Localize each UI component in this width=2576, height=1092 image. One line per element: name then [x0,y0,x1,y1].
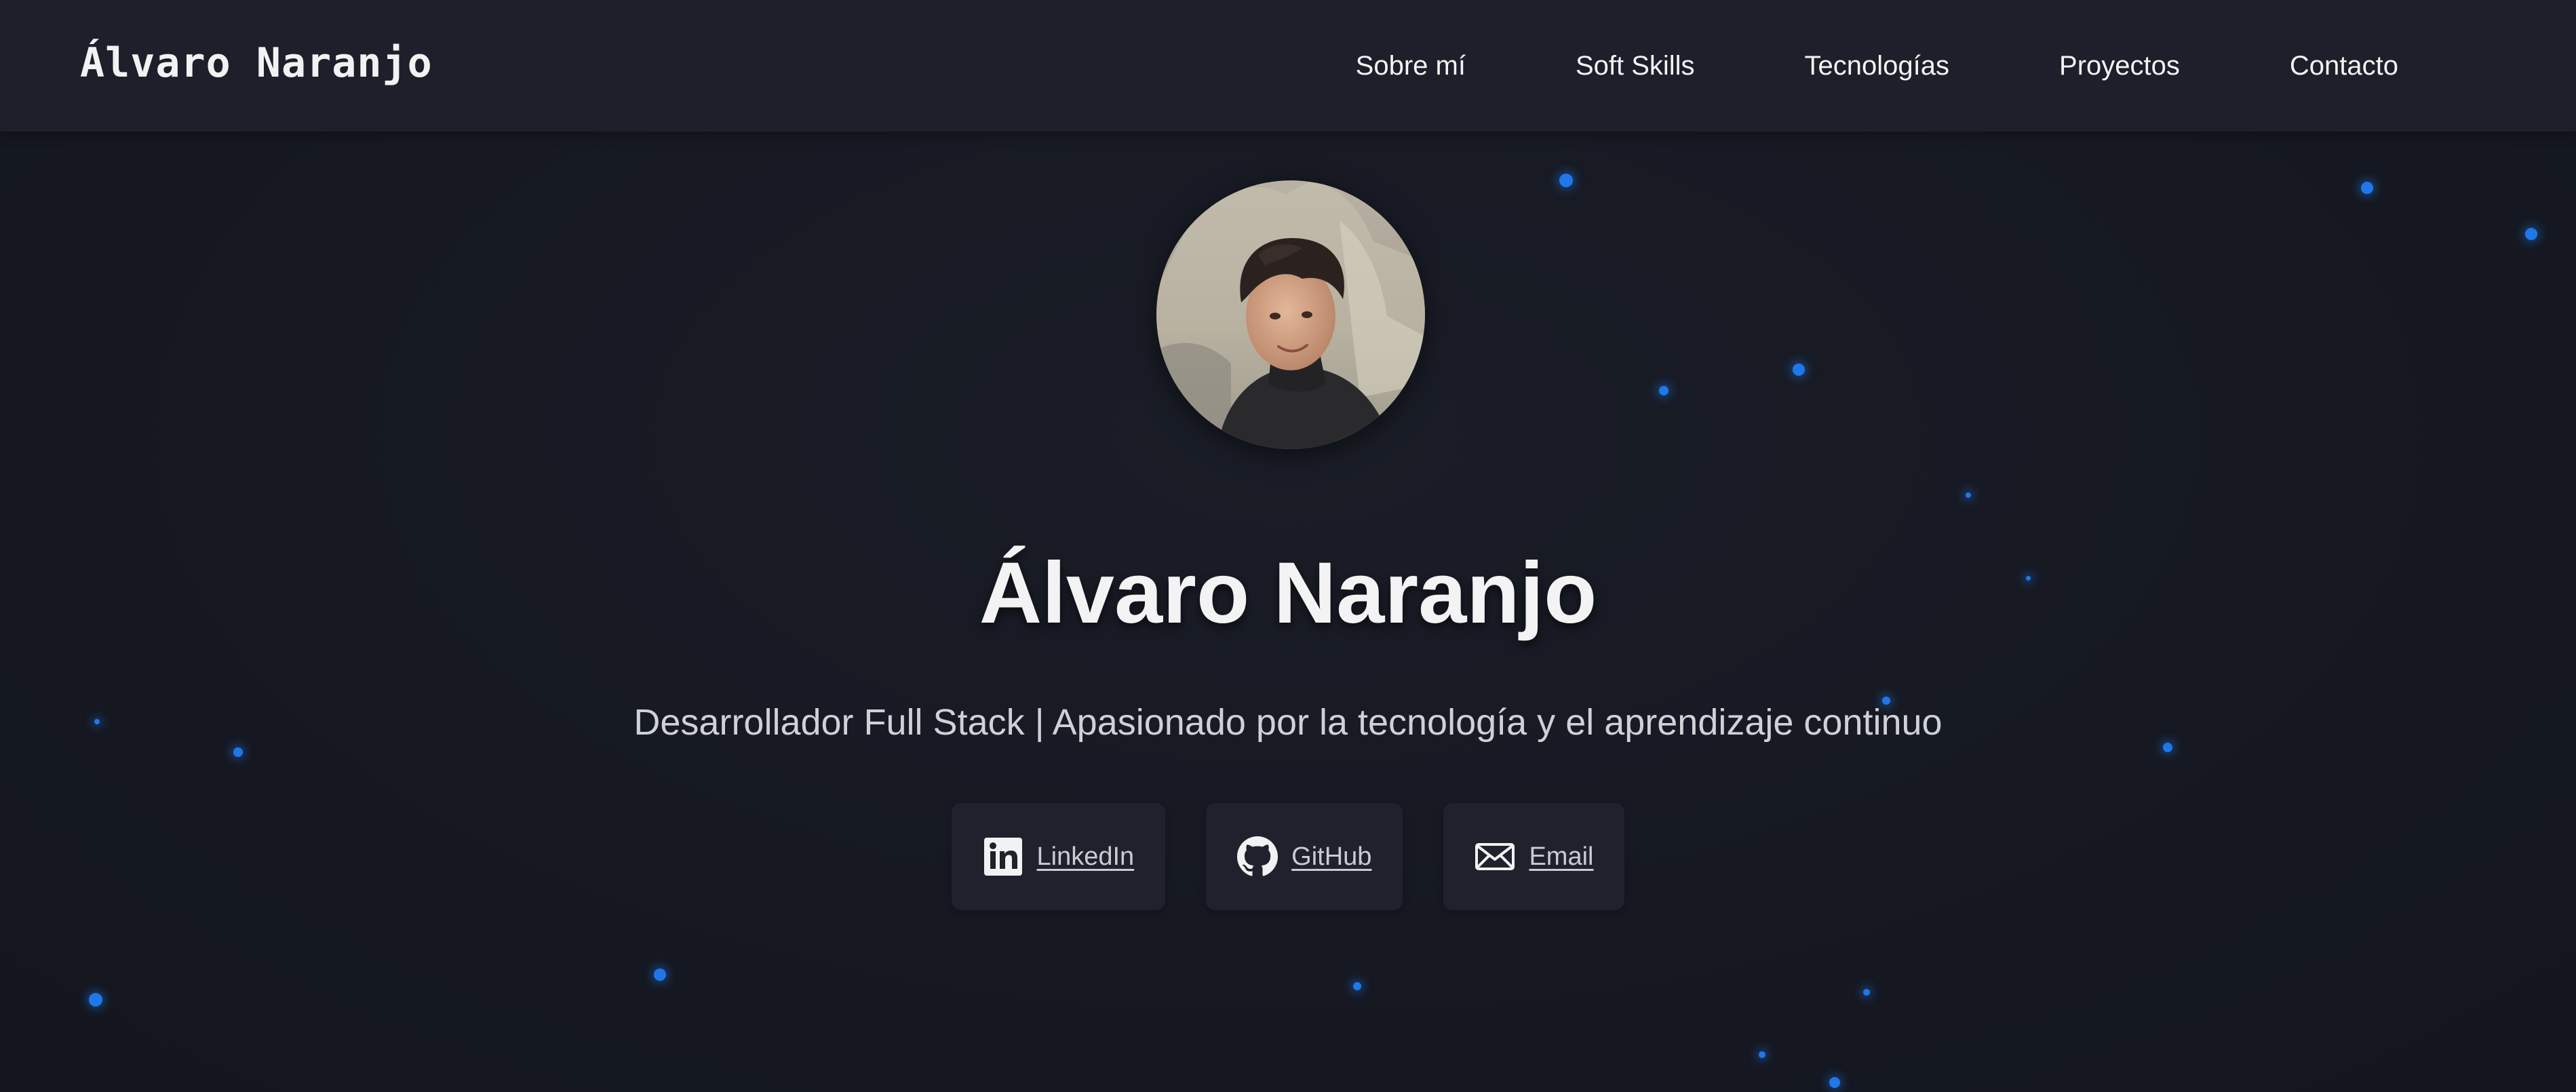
linkedin-label: LinkedIn [1036,842,1135,871]
particle-dot [1559,174,1573,187]
hero-subtitle: Desarrollador Full Stack | Apasionado po… [633,702,1943,743]
github-label: GitHub [1291,842,1372,871]
brand-logo[interactable]: Álvaro Naranjo [80,0,433,132]
github-button[interactable]: GitHub [1206,803,1403,910]
particle-dot [1966,492,1971,498]
particle-dot [233,747,243,757]
nav-link-proyectos[interactable]: Proyectos [2059,51,2180,81]
particle-dot [1829,1077,1840,1088]
particle-dot [1863,989,1870,996]
email-label: Email [1529,842,1594,871]
particle-dot [2525,228,2537,240]
particle-dot [1659,386,1668,395]
particle-dot [2361,182,2373,194]
nav-links: Sobre mí Soft Skills Tecnologías Proyect… [1356,0,2398,132]
particle-dot [89,993,102,1007]
profile-avatar [1156,180,1425,449]
nav-link-tecnologias[interactable]: Tecnologías [1805,51,1949,81]
linkedin-button[interactable]: LinkedIn [951,803,1166,910]
nav-link-sobre-mi[interactable]: Sobre mí [1356,51,1466,81]
top-navbar: Álvaro Naranjo Sobre mí Soft Skills Tecn… [0,0,2576,132]
email-button[interactable]: Email [1443,803,1625,910]
nav-link-contacto[interactable]: Contacto [2290,51,2398,81]
profile-photo-icon [1156,180,1425,449]
linkedin-icon [983,836,1023,877]
particle-dot [1759,1051,1765,1058]
envelope-icon [1475,836,1515,877]
nav-link-soft-skills[interactable]: Soft Skills [1576,51,1695,81]
social-links: LinkedIn GitHub Email [0,803,2576,910]
particle-dot [654,969,666,981]
hero-title: Álvaro Naranjo [979,545,1597,642]
particle-dot [1353,982,1361,990]
github-icon [1237,836,1279,877]
portfolio-page: Álvaro Naranjo Sobre mí Soft Skills Tecn… [0,0,2576,1092]
particle-dot [1793,364,1805,376]
